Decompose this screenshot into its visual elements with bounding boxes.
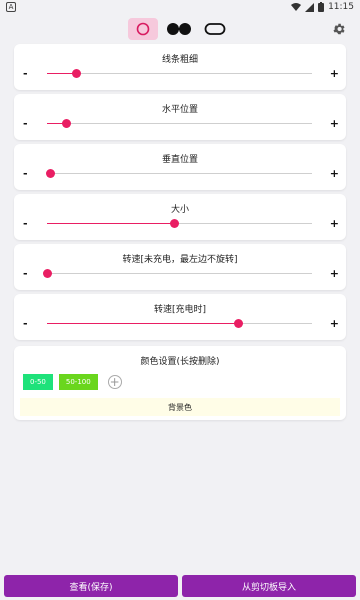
slider-thumb[interactable] (72, 69, 82, 78)
tab-circle-shape[interactable] (128, 18, 158, 40)
decrease-button[interactable]: - (23, 218, 28, 230)
view-save-button[interactable]: 查看(保存) (4, 575, 178, 597)
decrease-button[interactable]: - (23, 68, 28, 80)
decrease-button[interactable]: - (23, 268, 28, 280)
settings-button[interactable] (330, 20, 348, 38)
slider-track[interactable] (43, 269, 312, 278)
battery-icon (318, 2, 325, 12)
slider-card-speed-uncharged: 转速[未充电，最左边不旋转] - + (14, 244, 346, 290)
slider-row: - + (14, 68, 346, 80)
slider-thumb[interactable] (61, 119, 71, 128)
slider-card-line-width: 线条粗细 - + (14, 44, 346, 90)
slider-fill (47, 323, 238, 324)
gear-icon (333, 23, 345, 35)
slider-label: 大小 (170, 205, 189, 215)
increase-button[interactable]: + (330, 168, 339, 180)
slider-row: - + (14, 218, 346, 230)
slider-track[interactable] (47, 319, 312, 328)
app-notification-icon: A (6, 2, 16, 12)
add-color-button[interactable]: + (107, 375, 122, 389)
slider-row: - + (14, 168, 346, 180)
slider-row: - + (14, 268, 346, 280)
slider-card-speed-charging: 转速[充电时] - + (14, 294, 346, 340)
shape-selector (0, 18, 360, 40)
slider-card-size: 大小 - + (14, 194, 346, 240)
status-time: 11:15 (328, 2, 354, 12)
decrease-button[interactable]: - (23, 118, 28, 130)
slider-fill (47, 223, 175, 224)
slider-track[interactable] (45, 169, 312, 178)
import-clipboard-button[interactable]: 从剪切板导入 (182, 575, 356, 597)
tab-rounded-rect-shape[interactable] (200, 18, 230, 40)
background-color-button[interactable]: 背景色 (20, 398, 340, 416)
slider-label: 转速[未充电，最左边不旋转] (122, 255, 238, 265)
rounded-rect-shape-icon (204, 23, 226, 35)
slider-card-vertical-position: 垂直位置 - + (14, 144, 346, 190)
color-settings-title: 颜色设置(长按删除) (140, 357, 220, 367)
slider-track[interactable] (47, 119, 312, 128)
color-chip[interactable]: 0-50 (23, 374, 53, 390)
slider-label: 垂直位置 (161, 155, 198, 165)
color-chip[interactable]: 50-100 (58, 374, 98, 390)
slider-label: 水平位置 (161, 105, 198, 115)
slider-track[interactable] (47, 219, 312, 228)
increase-button[interactable]: + (330, 318, 339, 330)
increase-button[interactable]: + (330, 118, 339, 130)
decrease-button[interactable]: - (23, 168, 28, 180)
slider-thumb[interactable] (233, 319, 243, 328)
status-bar: A 11:15 (0, 0, 360, 14)
wifi-icon (291, 2, 302, 11)
circle-shape-icon (136, 22, 150, 36)
slider-thumb[interactable] (43, 269, 52, 278)
increase-button[interactable]: + (330, 268, 339, 280)
signal-icon (305, 2, 315, 12)
slider-label: 转速[充电时] (153, 305, 207, 315)
color-settings-card: 颜色设置(长按删除) 0-50 50-100 + 背景色 (14, 346, 346, 420)
slider-label: 线条粗细 (161, 55, 198, 65)
tab-dual-circle-shape[interactable] (164, 18, 194, 40)
decrease-button[interactable]: - (23, 318, 28, 330)
slider-track[interactable] (47, 69, 312, 78)
increase-button[interactable]: + (330, 68, 339, 80)
slider-thumb[interactable] (170, 219, 180, 228)
color-chip-list: 0-50 50-100 + (23, 374, 122, 390)
slider-row: - + (14, 118, 346, 130)
slider-row: - + (14, 318, 346, 330)
slider-thumb[interactable] (45, 169, 55, 178)
dual-circle-shape-icon (167, 23, 191, 35)
slider-card-horizontal-position: 水平位置 - + (14, 94, 346, 140)
increase-button[interactable]: + (330, 218, 339, 230)
